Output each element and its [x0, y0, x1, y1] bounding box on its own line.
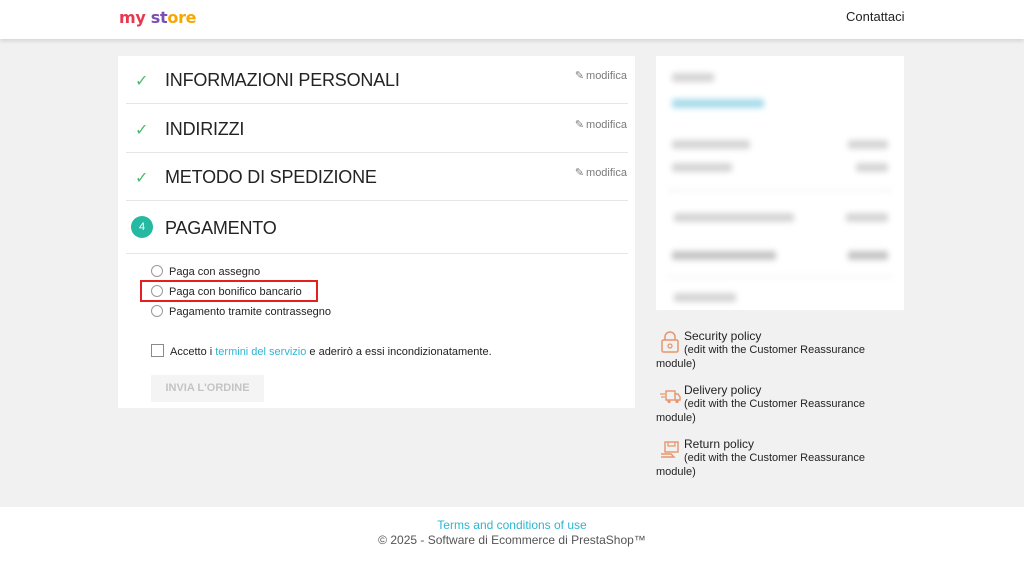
radio-button[interactable]: [151, 265, 163, 277]
edit-label: modifica: [586, 167, 627, 179]
store-logo[interactable]: my store: [119, 8, 197, 27]
site-footer: Terms and conditions of use © 2025 - Sof…: [0, 507, 1024, 575]
payment-option-cash-on-delivery[interactable]: Pagamento tramite contrassegno: [151, 305, 331, 318]
checkout-steps-panel: ✓ INFORMAZIONI PERSONALI ✎ modifica ✓ IND…: [118, 56, 635, 408]
step-title: INDIRIZZI: [165, 119, 245, 139]
terms-checkbox[interactable]: [151, 344, 164, 357]
cart-summary: [656, 56, 904, 310]
divider: [126, 253, 628, 254]
highlight-box: [140, 280, 318, 302]
logo-text-my: my: [119, 8, 146, 27]
payment-option-label: Paga con assegno: [169, 266, 261, 278]
edit-link[interactable]: ✎ modifica: [575, 166, 627, 179]
lock-icon: [661, 331, 679, 353]
reassurance-return: Return policy (edit with the Customer Re…: [656, 437, 904, 479]
pencil-icon: ✎: [574, 70, 585, 82]
terms-of-service-link[interactable]: termini del servizio: [215, 346, 306, 358]
payment-option-label: Pagamento tramite contrassegno: [169, 306, 332, 318]
reassurance-title: Return policy: [684, 437, 755, 451]
pencil-icon: ✎: [574, 167, 585, 179]
edit-link[interactable]: ✎ modifica: [575, 118, 627, 131]
divider: [126, 200, 628, 201]
contact-link[interactable]: Contattaci: [846, 9, 905, 24]
terms-conditions-link[interactable]: Terms and conditions of use: [0, 518, 1024, 532]
check-icon: ✓: [135, 73, 149, 90]
step-shipping-method[interactable]: ✓ METODO DI SPEDIZIONE ✎ modifica: [118, 153, 635, 201]
step-personal-info[interactable]: ✓ INFORMAZIONI PERSONALI ✎ modifica: [118, 56, 635, 104]
step-title: METODO DI SPEDIZIONE: [165, 167, 377, 187]
reassurance-subtitle-end: module): [656, 358, 696, 370]
reassurance-subtitle-end: module): [656, 466, 696, 478]
step-title: PAGAMENTO: [165, 218, 277, 238]
reassurance-subtitle: (edit with the Customer Reassurance: [684, 344, 865, 356]
check-icon: ✓: [135, 122, 149, 139]
logo-text-ore: ore: [167, 8, 197, 27]
reassurance-subtitle: (edit with the Customer Reassurance: [684, 452, 865, 464]
pencil-icon: ✎: [574, 119, 585, 131]
truck-icon: [660, 390, 681, 404]
edit-label: modifica: [586, 70, 627, 82]
step-title: INFORMAZIONI PERSONALI: [165, 70, 400, 90]
edit-label: modifica: [586, 119, 627, 131]
return-box-icon: [661, 441, 679, 458]
reassurance-security: Security policy (edit with the Customer …: [656, 329, 904, 371]
logo-text-st: st: [150, 8, 168, 27]
copyright-text: © 2025 - Software di Ecommerce di Presta…: [378, 533, 646, 547]
reassurance-subtitle-end: module): [656, 412, 696, 424]
step-number-badge: 4: [131, 216, 153, 238]
payment-option-cheque[interactable]: Paga con assegno: [151, 265, 260, 278]
divider: [126, 103, 628, 104]
step-payment: 4 PAGAMENTO: [118, 202, 635, 254]
radio-button[interactable]: [151, 305, 163, 317]
blurred-cart-content: [656, 56, 904, 310]
step-addresses[interactable]: ✓ INDIRIZZI ✎ modifica: [118, 105, 635, 153]
reassurance-subtitle: (edit with the Customer Reassurance: [684, 398, 865, 410]
reassurance-delivery: Delivery policy (edit with the Customer …: [656, 383, 904, 425]
edit-link[interactable]: ✎ modifica: [575, 69, 627, 82]
terms-text-suffix: e aderirò a essi incondizionatamente.: [306, 346, 492, 358]
check-icon: ✓: [135, 170, 149, 187]
reassurance-title: Delivery policy: [684, 383, 762, 397]
terms-agreement[interactable]: Accetto i termini del servizio e aderirò…: [151, 344, 492, 358]
reassurance-title: Security policy: [684, 329, 762, 343]
site-header: my store Contattaci: [0, 0, 1024, 39]
terms-text-prefix: Accetto i: [170, 346, 216, 358]
place-order-button[interactable]: INVIA L'ORDINE: [151, 375, 264, 402]
